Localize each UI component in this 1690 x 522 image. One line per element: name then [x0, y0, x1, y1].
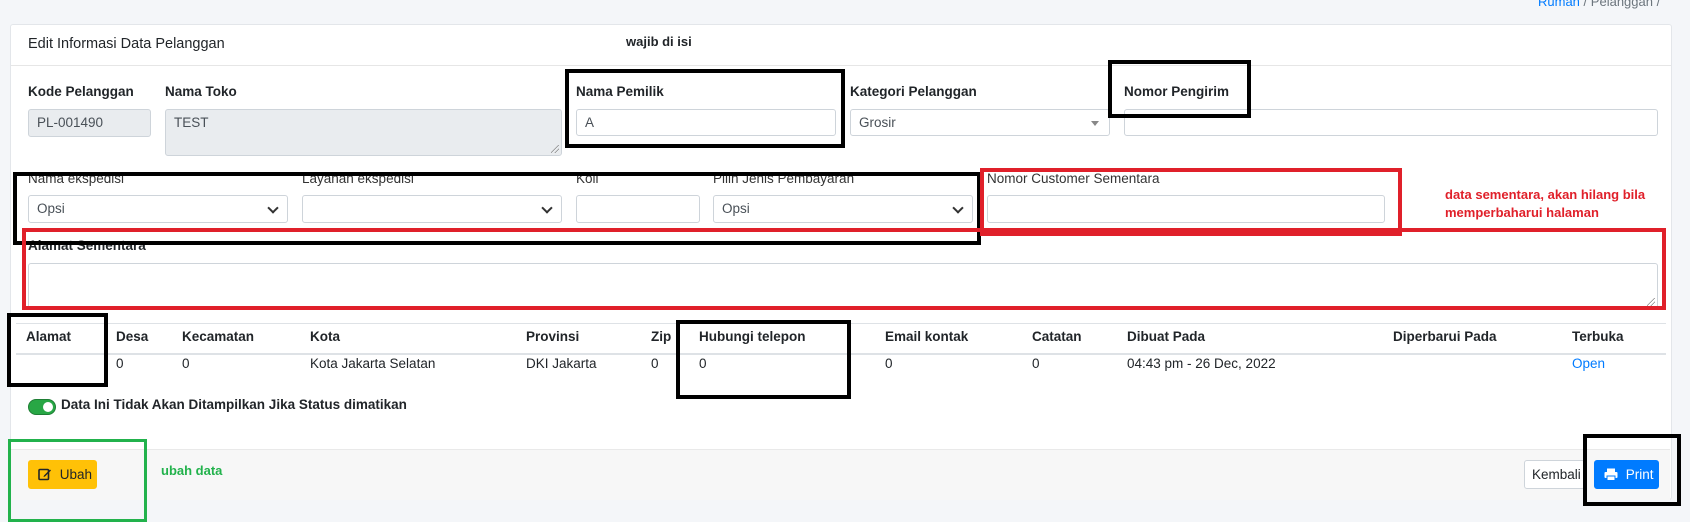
kode-pelanggan-field[interactable]: PL-001490 — [28, 109, 151, 137]
card-title: Edit Informasi Data Pelanggan — [28, 36, 225, 52]
open-link[interactable]: Open — [1572, 356, 1605, 371]
cell-kota: Kota Jakarta Selatan — [310, 356, 436, 371]
annotation-box-alamat-sementara — [22, 228, 1666, 310]
edit-data-annotation: ubah data — [161, 463, 223, 478]
breadcrumb-home-link[interactable]: Rumah — [1538, 0, 1580, 9]
cell-email: 0 — [885, 356, 893, 371]
required-annotation: wajib di isi — [626, 34, 692, 49]
cell-zip: 0 — [651, 356, 659, 371]
annotation-box-telepon — [676, 320, 851, 399]
cell-dibuat: 04:43 pm - 26 Dec, 2022 — [1127, 356, 1276, 371]
annotation-box-nomor-pengirim — [1108, 60, 1251, 118]
cell-catatan: 0 — [1032, 356, 1040, 371]
col-kecamatan: Kecamatan — [182, 329, 255, 344]
status-toggle-label: Data Ini Tidak Akan Ditampilkan Jika Sta… — [61, 397, 407, 412]
col-kota: Kota — [310, 329, 340, 344]
temporary-data-annotation: data sementara, akan hilang bila memperb… — [1445, 187, 1646, 220]
nama-toko-value: TEST — [174, 115, 209, 130]
resize-grip-icon[interactable] — [551, 145, 559, 153]
col-zip: Zip — [651, 329, 672, 344]
annotation-box-alamat — [7, 313, 108, 387]
cell-kecamatan: 0 — [182, 356, 190, 371]
cell-provinsi: DKI Jakarta — [526, 356, 597, 371]
breadcrumb-current: Pelanggan — [1590, 0, 1653, 9]
col-diperbarui: Diperbarui Pada — [1393, 329, 1497, 344]
col-email: Email kontak — [885, 329, 969, 344]
annotation-box-ubah — [8, 439, 147, 522]
col-provinsi: Provinsi — [526, 329, 580, 344]
nama-toko-field[interactable]: TEST — [165, 109, 562, 156]
col-desa: Desa — [116, 329, 149, 344]
status-toggle[interactable] — [28, 399, 56, 415]
back-button[interactable]: Kembali — [1524, 460, 1585, 489]
nama-toko-label: Nama Toko — [165, 84, 237, 99]
col-catatan: Catatan — [1032, 329, 1082, 344]
annotation-box-print — [1583, 434, 1681, 506]
kategori-label: Kategori Pelanggan — [850, 84, 977, 99]
kategori-select[interactable]: Grosir — [850, 109, 1110, 136]
kode-pelanggan-label: Kode Pelanggan — [28, 84, 134, 99]
col-terbuka: Terbuka — [1572, 329, 1624, 344]
card-header — [11, 25, 1671, 66]
col-dibuat: Dibuat Pada — [1127, 329, 1206, 344]
cell-desa: 0 — [116, 356, 124, 371]
breadcrumb: Rumah / Pelanggan / — [1538, 0, 1660, 9]
card-footer — [11, 449, 1670, 500]
annotation-box-nomor-sementara — [980, 168, 1402, 236]
annotation-box-nama-pemilik — [565, 69, 845, 148]
